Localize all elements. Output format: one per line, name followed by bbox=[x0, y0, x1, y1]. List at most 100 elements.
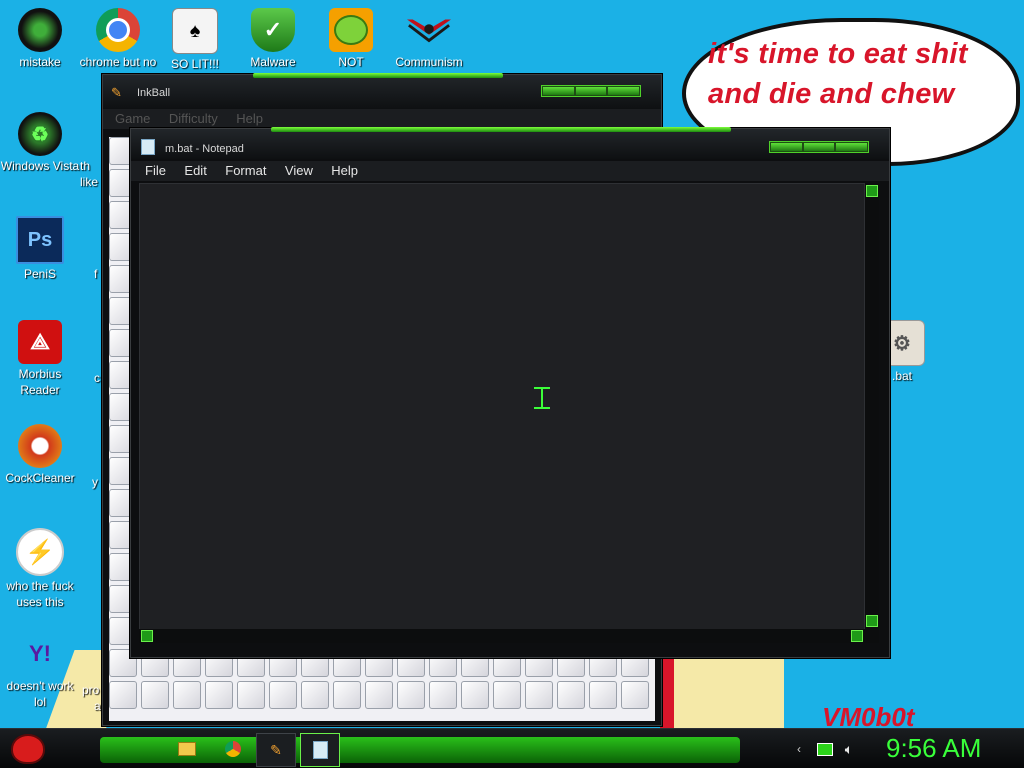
desktop-icon-chrome[interactable]: chrome but no bbox=[78, 8, 158, 70]
scroll-left-button[interactable] bbox=[141, 630, 153, 642]
desktop-icon-label: CockCleaner bbox=[5, 471, 75, 485]
inkball-wall-tile bbox=[205, 681, 233, 709]
network-icon bbox=[817, 742, 833, 756]
desktop-icon-label: doesn't work lol bbox=[6, 679, 74, 709]
desktop-icon-label: NOT bbox=[338, 55, 364, 69]
inkball-wall-tile bbox=[237, 681, 265, 709]
menu-format[interactable]: Format bbox=[225, 163, 266, 178]
vertical-scrollbar[interactable] bbox=[865, 183, 879, 629]
horizontal-scrollbar[interactable] bbox=[139, 629, 879, 643]
angry-bird-start-icon bbox=[11, 734, 45, 764]
taskbar-notepad[interactable] bbox=[300, 733, 340, 767]
text-cursor-icon bbox=[532, 386, 552, 410]
speech-bubble-text: it's time to eat shit and die and chew bbox=[708, 34, 1008, 114]
notepad-text-area[interactable] bbox=[139, 183, 865, 631]
menu-difficulty[interactable]: Difficulty bbox=[169, 111, 218, 126]
desktop-icon-winamp[interactable]: ⚡ who the fuck uses this bbox=[0, 528, 80, 610]
chrome-icon bbox=[225, 741, 241, 757]
inkball-window-controls[interactable] bbox=[541, 85, 641, 97]
inkball-wall-tile bbox=[589, 681, 617, 709]
notepad-titlebar[interactable]: m.bat - Notepad bbox=[131, 127, 889, 159]
inkball-wall-tile bbox=[493, 681, 521, 709]
desktop-icon-label: who the fuck uses this bbox=[6, 579, 74, 609]
desktop-icon-label: like bbox=[80, 175, 99, 189]
menu-help[interactable]: Help bbox=[236, 111, 263, 126]
inkball-wall-tile bbox=[141, 681, 169, 709]
desktop-icon-malware[interactable]: ✓ Malware bbox=[233, 8, 313, 70]
desktop-icon-solitaire[interactable]: ♠ SO LIT!!! bbox=[155, 8, 235, 72]
menu-help[interactable]: Help bbox=[331, 163, 358, 178]
inkball-titlebar[interactable]: ✎ InkBall bbox=[103, 73, 661, 109]
inkball-wall-tile bbox=[333, 681, 361, 709]
menu-view[interactable]: View bbox=[285, 163, 313, 178]
chevron-left-icon: ‹ bbox=[797, 742, 801, 756]
folder-icon bbox=[178, 742, 196, 756]
inkball-wall-tile bbox=[109, 681, 137, 709]
solitaire-icon: ♠ bbox=[172, 8, 218, 54]
desktop-icon-ccleaner[interactable]: CockCleaner bbox=[0, 424, 80, 486]
notepad-window-controls[interactable] bbox=[769, 141, 869, 153]
tray-show-hidden[interactable]: ‹ bbox=[790, 733, 808, 765]
menu-edit[interactable]: Edit bbox=[184, 163, 206, 178]
desktop-icon-windows-vista[interactable]: ♻ Windows Vista bbox=[0, 112, 80, 174]
close-button[interactable] bbox=[608, 87, 640, 95]
inkball-wall-tile bbox=[365, 681, 393, 709]
inkball-title: InkBall bbox=[137, 87, 171, 99]
partial-icon bbox=[80, 112, 102, 156]
inkball-wall-tile bbox=[301, 681, 329, 709]
notepad-icon bbox=[312, 741, 328, 759]
desktop: it's time to eat shit and die and chew V… bbox=[0, 0, 1024, 768]
taskbar-inkball[interactable]: ✎ bbox=[256, 733, 296, 767]
desktop-icon-yahoo-messenger[interactable]: Y! doesn't work lol bbox=[0, 632, 80, 710]
scroll-down-button[interactable] bbox=[866, 615, 878, 627]
taskbar-chrome[interactable] bbox=[222, 733, 244, 765]
emblem-icon bbox=[407, 8, 451, 52]
inkball-wall-tile bbox=[173, 681, 201, 709]
taskbar-clock[interactable]: 9:56 AM bbox=[886, 733, 981, 764]
desktop-icon-morbius-reader[interactable]: ⟁ Morbius Reader bbox=[0, 320, 80, 398]
scroll-up-button[interactable] bbox=[866, 185, 878, 197]
taskbar-explorer[interactable] bbox=[176, 733, 198, 765]
inkball-wall-tile bbox=[557, 681, 585, 709]
menu-file[interactable]: File bbox=[145, 163, 166, 178]
close-button[interactable] bbox=[836, 143, 868, 151]
minimize-button[interactable] bbox=[543, 87, 574, 95]
desktop-icon-communism[interactable]: Communism bbox=[389, 8, 469, 70]
recycle-bin-icon: ♻ bbox=[18, 112, 62, 156]
start-button[interactable] bbox=[8, 733, 48, 765]
inkball-app-icon: ✎ bbox=[111, 85, 122, 100]
desktop-icon-not[interactable]: NOT bbox=[311, 8, 391, 70]
notepad-title: m.bat - Notepad bbox=[165, 143, 244, 155]
yahoo-messenger-icon: Y! bbox=[29, 641, 51, 666]
inkball-menubar: Game Difficulty Help bbox=[103, 109, 661, 129]
notepad-menubar: File Edit Format View Help bbox=[131, 161, 889, 181]
taskbar: ✎ ‹ 🔈︎ 9:56 AM bbox=[0, 728, 1024, 768]
scroll-right-button[interactable] bbox=[851, 630, 863, 642]
desktop-icon-mistake[interactable]: mistake bbox=[0, 8, 80, 70]
desktop-icon-partial[interactable]: th like bbox=[80, 112, 102, 190]
notepad-app-icon bbox=[141, 139, 155, 155]
notepad-window[interactable]: m.bat - Notepad File Edit Format View He… bbox=[130, 127, 890, 658]
desktop-icon-label: th bbox=[80, 159, 91, 173]
minimize-button[interactable] bbox=[771, 143, 802, 151]
desktop-icon-label: Communism bbox=[395, 55, 463, 69]
chrome-icon bbox=[96, 8, 140, 52]
shield-icon: ✓ bbox=[251, 8, 295, 52]
tray-network[interactable] bbox=[816, 733, 834, 765]
inkball-wall-tile bbox=[429, 681, 457, 709]
inkball-wall-tile bbox=[397, 681, 425, 709]
inkball-wall-tile bbox=[525, 681, 553, 709]
desktop-icon-label: chrome but no bbox=[79, 55, 157, 69]
speech-bubble-line: it's time to eat shit bbox=[708, 38, 968, 70]
speech-bubble-line: and die and chew bbox=[708, 78, 955, 110]
desktop-icon-label: Morbius Reader bbox=[18, 367, 62, 397]
titlebar-accent bbox=[271, 127, 731, 132]
tray-volume[interactable]: 🔈︎ bbox=[840, 733, 858, 765]
pdf-reader-icon: ⟁ bbox=[18, 320, 62, 364]
maximize-button[interactable] bbox=[803, 143, 835, 151]
desktop-icon-label: PeniS bbox=[23, 267, 57, 281]
maximize-button[interactable] bbox=[575, 87, 607, 95]
desktop-icon-photoshop[interactable]: Ps PeniS bbox=[0, 216, 80, 282]
menu-game[interactable]: Game bbox=[115, 111, 150, 126]
photoshop-icon: Ps bbox=[16, 216, 64, 264]
